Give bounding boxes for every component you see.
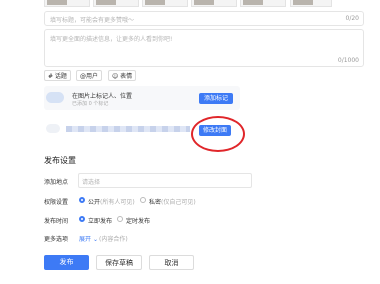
- title-input[interactable]: 填写标题，可能会有更多赞哦～ 0/20: [44, 11, 364, 26]
- tag-cloud-icon: [46, 92, 64, 103]
- private-radio[interactable]: [140, 197, 146, 203]
- thumbnail-image: [194, 0, 214, 5]
- mention-user-button[interactable]: @用户: [76, 70, 103, 81]
- image-thumbnail[interactable]: [191, 0, 237, 7]
- location-placeholder: 请选择: [82, 179, 101, 186]
- tag-panel-subtitle: 已添加 0 个标记: [72, 101, 109, 107]
- image-thumbnail[interactable]: [290, 0, 332, 7]
- more-options-hint: (内容合作): [99, 236, 128, 243]
- more-options-label: 更多选项: [44, 236, 69, 243]
- private-hint: (仅自己可见): [161, 199, 196, 206]
- thumbnail-image: [243, 0, 263, 5]
- save-draft-button[interactable]: 保存草稿: [96, 255, 142, 270]
- thumbnail-image: [145, 0, 165, 5]
- publish-now-label: 立即发布: [88, 218, 113, 225]
- image-thumbnail[interactable]: [44, 0, 90, 7]
- topic-button[interactable]: # 话题: [44, 70, 71, 81]
- publish-now-radio[interactable]: [79, 216, 85, 222]
- location-select[interactable]: 请选择: [78, 173, 252, 188]
- scheduled-publish-label: 定时发布: [126, 218, 151, 225]
- description-textarea[interactable]: 填写更全面的描述信息，让更多的人看到你吧! 0/1000: [44, 29, 364, 67]
- permission-label: 权限设置: [44, 199, 69, 206]
- cover-image-icon: [46, 124, 60, 133]
- cancel-button[interactable]: 取消: [149, 255, 194, 270]
- expand-more-link[interactable]: 展开 ⌄: [79, 234, 98, 243]
- image-thumbnail[interactable]: [93, 0, 139, 7]
- publish-time-label: 发布时间: [44, 218, 69, 225]
- location-label: 添加地点: [44, 179, 69, 186]
- title-char-count: 0/20: [345, 15, 359, 22]
- chevron-down-icon: ⌄: [92, 236, 98, 243]
- annotation-circle: [191, 116, 245, 152]
- image-thumbnail[interactable]: [142, 0, 188, 7]
- thumbnail-image: [293, 0, 313, 5]
- public-text: 公开: [88, 199, 101, 206]
- scheduled-publish-radio[interactable]: [117, 216, 123, 222]
- title-placeholder: 填写标题，可能会有更多赞哦～: [50, 17, 135, 24]
- public-option-label: 公开(所有人可见): [88, 197, 135, 206]
- private-option-label: 私密(仅自己可见): [149, 197, 196, 206]
- public-radio[interactable]: [79, 197, 85, 203]
- expand-text: 展开: [79, 236, 92, 243]
- thumbnail-image: [47, 0, 67, 5]
- publish-settings-heading: 发布设置: [44, 156, 76, 165]
- add-tag-button[interactable]: 添加标记: [199, 93, 233, 104]
- description-placeholder: 填写更全面的描述信息，让更多的人看到你吧!: [50, 36, 173, 43]
- emoji-button[interactable]: ☺ 表情: [108, 70, 137, 81]
- description-char-count: 0/1000: [337, 57, 359, 64]
- private-text: 私密: [149, 199, 162, 206]
- tag-panel-title: 在图片上标记人、位置: [72, 93, 133, 100]
- publish-button[interactable]: 发布: [44, 255, 89, 270]
- cover-filename-blurred: [66, 126, 190, 132]
- public-hint: (所有人可见): [100, 199, 135, 206]
- thumbnail-image: [96, 0, 116, 5]
- image-thumbnail[interactable]: [240, 0, 286, 7]
